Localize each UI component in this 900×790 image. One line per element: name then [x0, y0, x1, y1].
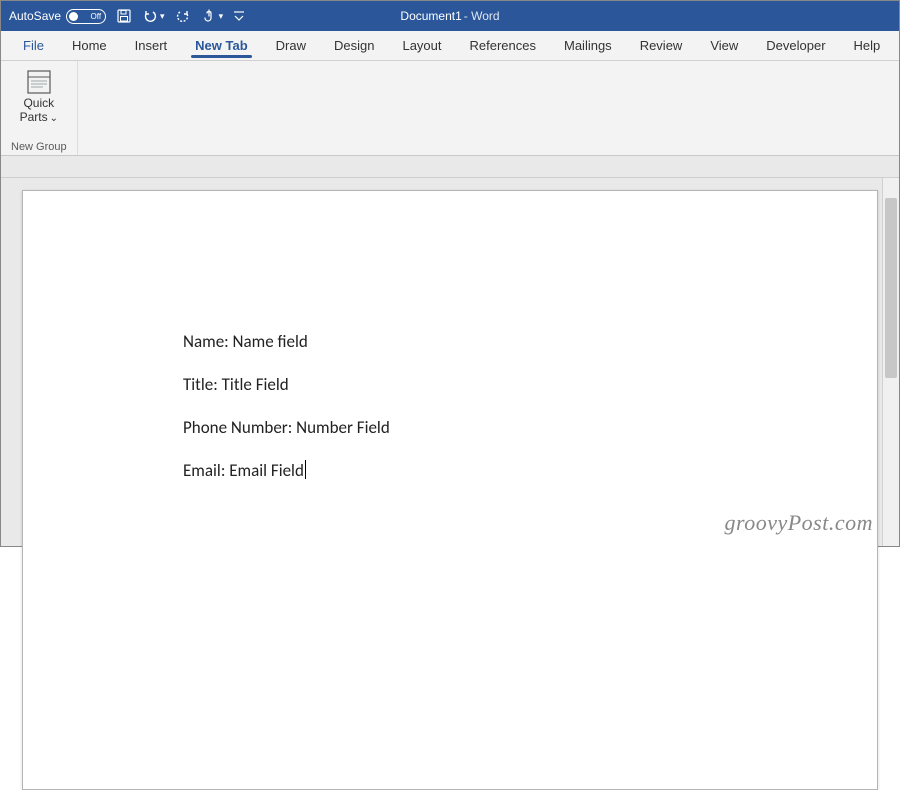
quick-parts-label: Quick Parts⌄ — [20, 97, 58, 125]
tab-layout[interactable]: Layout — [388, 31, 455, 60]
app-name-suffix: - Word — [464, 9, 500, 23]
quick-parts-button[interactable]: Quick Parts⌄ — [16, 67, 62, 127]
tab-view[interactable]: View — [696, 31, 752, 60]
ribbon-body: Quick Parts⌄ New Group — [1, 61, 899, 156]
ribbon-tabs: File Home Insert New Tab Draw Design Lay… — [1, 31, 899, 61]
scrollbar-thumb[interactable] — [885, 198, 897, 378]
save-icon[interactable] — [116, 8, 132, 24]
tab-home[interactable]: Home — [58, 31, 121, 60]
autosave-pill: Off — [66, 9, 106, 24]
title-bar: AutoSave Off ▾ ▾ Document1 - Word — [1, 1, 899, 31]
tab-file[interactable]: File — [9, 31, 58, 60]
document-page[interactable]: Name: Name field Title: Title Field Phon… — [22, 190, 878, 790]
redo-icon[interactable] — [175, 8, 191, 24]
ruler — [1, 156, 899, 178]
autosave-state: Off — [91, 12, 102, 21]
quick-access-toolbar: ▾ ▾ — [116, 8, 245, 24]
doc-line: Email: Email Field — [183, 460, 717, 481]
undo-icon[interactable]: ▾ — [142, 8, 165, 24]
tab-developer[interactable]: Developer — [752, 31, 839, 60]
tab-mailings[interactable]: Mailings — [550, 31, 626, 60]
chevron-down-icon: ⌄ — [50, 113, 58, 124]
ribbon-group-new-group: Quick Parts⌄ New Group — [1, 61, 78, 155]
autosave-toggle[interactable]: AutoSave Off — [9, 9, 106, 24]
tab-design[interactable]: Design — [320, 31, 388, 60]
doc-line: Title: Title Field — [183, 374, 717, 395]
tab-help[interactable]: Help — [840, 31, 895, 60]
doc-line: Name: Name field — [183, 331, 717, 352]
text-cursor — [305, 460, 306, 479]
quick-parts-icon — [25, 69, 53, 95]
ribbon-group-label: New Group — [11, 141, 67, 153]
document-name: Document1 — [400, 9, 461, 23]
tab-new-tab[interactable]: New Tab — [181, 31, 262, 60]
chevron-down-icon: ▾ — [219, 11, 224, 22]
chevron-down-icon: ▾ — [160, 11, 165, 22]
tab-references[interactable]: References — [456, 31, 550, 60]
customize-qat-icon[interactable] — [233, 9, 245, 23]
vertical-scrollbar[interactable] — [882, 178, 899, 546]
autosave-label: AutoSave — [9, 9, 61, 23]
tab-draw[interactable]: Draw — [262, 31, 320, 60]
tab-insert[interactable]: Insert — [121, 31, 182, 60]
document-area: Name: Name field Title: Title Field Phon… — [1, 178, 899, 546]
touch-mode-icon[interactable]: ▾ — [201, 8, 224, 24]
tab-review[interactable]: Review — [626, 31, 697, 60]
document-title: Document1 - Word — [400, 9, 499, 23]
doc-line: Phone Number: Number Field — [183, 417, 717, 438]
